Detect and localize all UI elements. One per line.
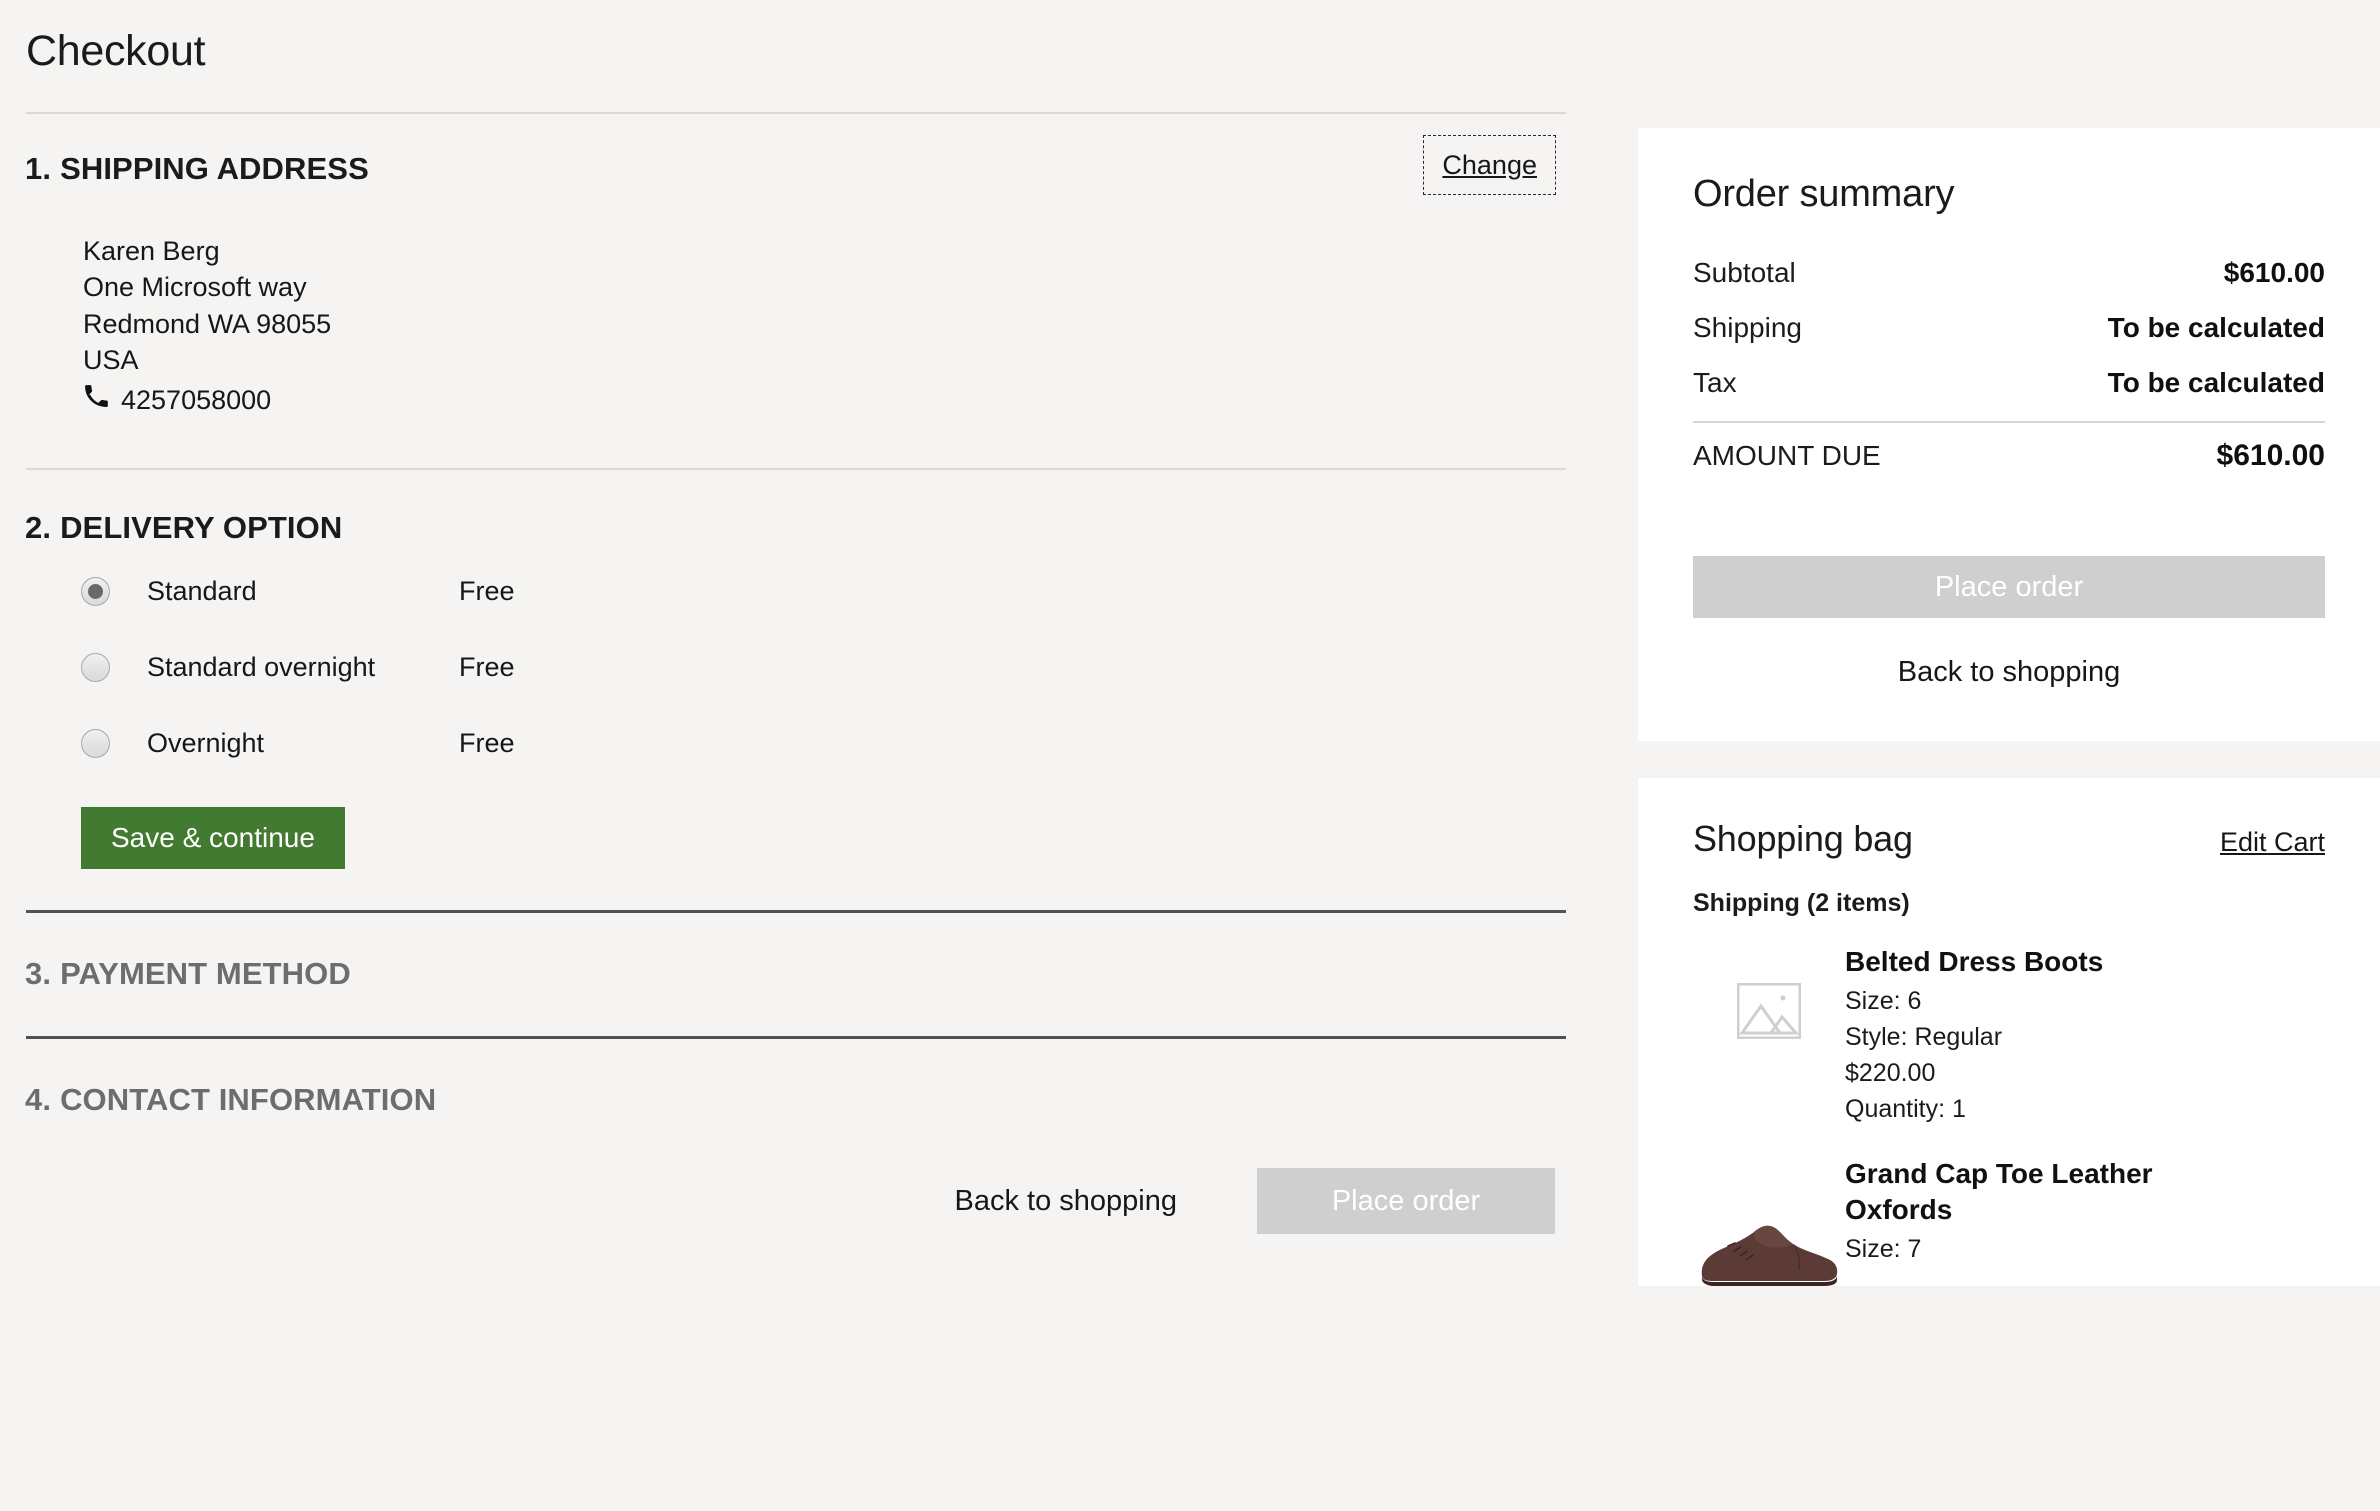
shipping-section-title: SHIPPING ADDRESS (60, 150, 369, 186)
summary-label: Subtotal (1693, 257, 1796, 288)
edit-cart-button[interactable]: Edit Cart (2220, 827, 2325, 858)
shipping-header-row: 1. SHIPPING ADDRESS Change (25, 114, 1565, 195)
bag-item: Belted Dress Boots Size: 6 Style: Regula… (1693, 918, 2325, 1127)
shoe-photo (1694, 1176, 1844, 1286)
bag-item: Grand Cap Toe Leather Oxfords Size: 7 (1693, 1127, 2325, 1286)
section-shipping-address: 1. SHIPPING ADDRESS Change Karen Berg On… (25, 114, 1565, 469)
card-gap (1638, 741, 2380, 778)
back-to-shopping-footer-button[interactable]: Back to shopping (955, 1185, 1177, 1218)
shopping-bag-header: Shopping bag Edit Cart (1693, 818, 2325, 860)
shopping-bag-title: Shopping bag (1693, 818, 1913, 859)
summary-row-shipping: Shipping To be calculated (1693, 301, 2325, 356)
image-placeholder-icon (1736, 982, 1802, 1044)
radio-standard[interactable] (81, 577, 110, 607)
bag-item-thumbnail (1693, 944, 1845, 1054)
order-summary-card: Order summary Subtotal $610.00 Shipping … (1638, 128, 2380, 741)
section-contact-information: 4. CONTACT INFORMATION (25, 1039, 1565, 1118)
address-phone-row: 4257058000 (83, 379, 1565, 419)
address-city-state-zip: Redmond WA 98055 (83, 308, 332, 339)
section-payment-method: 3. PAYMENT METHOD (25, 913, 1565, 1036)
contact-step-number: 4. (25, 1082, 52, 1118)
summary-divider (1693, 421, 2325, 423)
bag-item-details: Grand Cap Toe Leather Oxfords Size: 7 (1845, 1156, 2325, 1267)
place-order-footer-button[interactable]: Place order (1257, 1168, 1555, 1235)
amount-due-label: AMOUNT DUE (1693, 440, 1881, 471)
shopping-bag-card: Shopping bag Edit Cart Shipping (2 items… (1638, 778, 2380, 1286)
bag-item-name: Belted Dress Boots (1845, 946, 2104, 977)
summary-row-subtotal: Subtotal $610.00 (1693, 246, 2325, 301)
address-name: Karen Berg (83, 235, 220, 266)
radio-overnight[interactable] (81, 729, 110, 759)
contact-section-heading: 4. CONTACT INFORMATION (25, 1082, 1565, 1118)
change-address-button[interactable]: Change (1423, 134, 1556, 195)
shipping-section-heading: 1. SHIPPING ADDRESS (25, 151, 369, 187)
bag-item-size: Size: 6 (1845, 987, 1922, 1015)
delivery-option-price: Free (459, 652, 515, 683)
bag-item-price: $220.00 (1845, 1059, 1936, 1087)
summary-label: Tax (1693, 367, 1737, 398)
section-delivery-option: 2. DELIVERY OPTION Standard Free Standar… (25, 470, 1565, 910)
bag-item-style: Style: Regular (1845, 1023, 2003, 1051)
delivery-step-number: 2. (25, 510, 52, 546)
radio-standard-overnight[interactable] (81, 653, 110, 683)
delivery-option-standard[interactable]: Standard Free (81, 565, 1565, 618)
delivery-option-price: Free (459, 576, 515, 607)
place-order-sidebar-button[interactable]: Place order (1693, 556, 2325, 618)
bag-item-size: Size: 7 (1845, 1235, 1922, 1263)
delivery-section-title: DELIVERY OPTION (60, 510, 343, 546)
page-title: Checkout (26, 27, 206, 75)
amount-due-value: $610.00 (2216, 439, 2325, 472)
bag-item-thumbnail (1693, 1156, 1845, 1286)
delivery-option-standard-overnight[interactable]: Standard overnight Free (81, 641, 1565, 694)
back-to-shopping-sidebar-button[interactable]: Back to shopping (1693, 656, 2325, 689)
payment-step-number: 3. (25, 956, 52, 992)
shipping-step-number: 1. (25, 150, 52, 186)
shipping-address-block: Karen Berg One Microsoft way Redmond WA … (25, 195, 1565, 419)
contact-section-title: CONTACT INFORMATION (60, 1082, 437, 1118)
payment-section-heading: 3. PAYMENT METHOD (25, 956, 1565, 992)
delivery-option-label[interactable]: Standard overnight (147, 652, 459, 683)
order-summary-title: Order summary (1693, 173, 1955, 215)
bag-item-details: Belted Dress Boots Size: 6 Style: Regula… (1845, 944, 2325, 1127)
checkout-sidebar: Order summary Subtotal $610.00 Shipping … (1590, 0, 2380, 1286)
save-and-continue-button[interactable]: Save & continue (81, 807, 345, 870)
delivery-option-list: Standard Free Standard overnight Free Ov… (25, 546, 1565, 770)
checkout-main-column: Checkout 1. SHIPPING ADDRESS Change Kare… (0, 0, 1590, 1235)
summary-row-tax: Tax To be calculated (1693, 356, 2325, 411)
summary-value: To be calculated (2107, 367, 2325, 398)
bag-item-name: Grand Cap Toe Leather Oxfords (1845, 1158, 2153, 1225)
address-street: One Microsoft way (83, 272, 307, 303)
delivery-option-overnight[interactable]: Overnight Free (81, 717, 1565, 770)
summary-label: Shipping (1693, 312, 1802, 343)
phone-icon (83, 382, 109, 419)
delivery-option-label[interactable]: Standard (147, 576, 459, 607)
shopping-bag-group-label: Shipping (2 items) (1693, 889, 1910, 917)
summary-row-amount-due: AMOUNT DUE $610.00 (1693, 427, 2325, 473)
delivery-section-heading: 2. DELIVERY OPTION (25, 510, 1565, 546)
summary-value: To be calculated (2107, 312, 2325, 343)
address-country: USA (83, 345, 139, 376)
checkout-footer-actions: Back to shopping Place order (25, 1118, 1565, 1235)
payment-section-title: PAYMENT METHOD (60, 956, 351, 992)
address-phone-number: 4257058000 (121, 384, 272, 415)
checkout-page: Checkout 1. SHIPPING ADDRESS Change Kare… (0, 0, 2380, 1511)
bag-item-quantity: Quantity: 1 (1845, 1095, 1966, 1123)
summary-value: $610.00 (2223, 257, 2325, 288)
delivery-option-label[interactable]: Overnight (147, 728, 459, 759)
delivery-option-price: Free (459, 728, 515, 759)
